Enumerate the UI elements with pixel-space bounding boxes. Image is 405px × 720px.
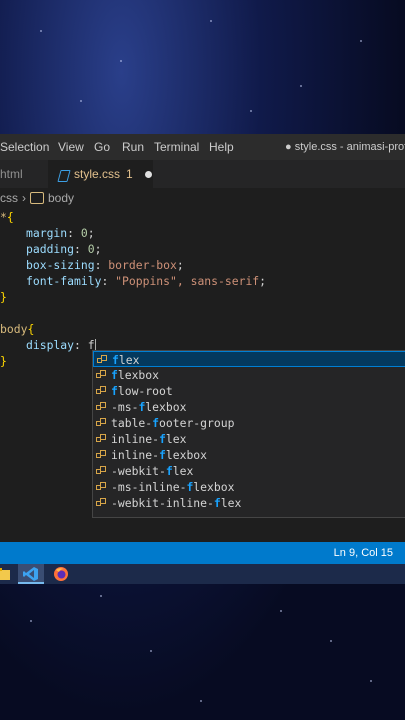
enum-value-icon [96, 418, 107, 428]
suggestion-item[interactable]: flexbox [93, 367, 405, 383]
body-selector: body [0, 322, 28, 336]
menu-run[interactable]: Run [122, 140, 144, 154]
menu-terminal[interactable]: Terminal [154, 140, 199, 154]
unsaved-dot-icon[interactable] [144, 171, 152, 179]
enum-value-icon [96, 450, 107, 460]
css-value: 0 [87, 242, 95, 256]
close-brace: } [0, 354, 7, 368]
css-property: margin [26, 226, 68, 240]
tab-label: style.css [74, 167, 121, 181]
enum-value-icon [96, 498, 107, 508]
window-title: ● style.css - animasi-profil- [285, 141, 405, 153]
code-line-10: } [0, 353, 7, 369]
enum-value-icon [96, 482, 107, 492]
code-line-1: *{ [0, 209, 14, 225]
tab-html[interactable]: html [0, 160, 48, 188]
suggestion-item[interactable]: -ms-inline-flexbox [93, 479, 405, 495]
menu-selection[interactable]: Selection [0, 140, 49, 154]
suggestion-item[interactable]: flow-root [93, 383, 405, 399]
enum-value-icon [96, 402, 107, 412]
enum-value-icon [96, 466, 107, 476]
status-bar: Ln 9, Col 15 [0, 542, 405, 564]
close-brace: } [0, 290, 7, 304]
suggestion-item[interactable]: table-footer-group [93, 415, 405, 431]
tab-style-css[interactable]: style.css 1 [48, 160, 153, 188]
chevron-right-icon: › [22, 191, 26, 205]
suggestion-item[interactable]: inline-flex [93, 431, 405, 447]
breadcrumb-file[interactable]: css [0, 191, 18, 205]
symbol-icon [30, 191, 44, 204]
code-line-9: display: f [26, 338, 97, 353]
open-brace: { [6, 210, 14, 224]
autocomplete-widget: flex flexbox flow-root -ms-flexbox table… [92, 350, 405, 518]
menu-bar: Selection View Go Run Terminal Help ● st… [0, 134, 405, 160]
taskbar [0, 564, 405, 584]
suggestion-item[interactable]: flex [93, 351, 405, 367]
css-property: font-family [26, 274, 102, 288]
vscode-window: Selection View Go Run Terminal Help ● st… [0, 134, 405, 564]
firefox-icon[interactable] [48, 564, 74, 584]
universal-selector: * [0, 210, 7, 224]
suggestion-item[interactable]: inline-flexbox [93, 447, 405, 463]
css-property: display [26, 338, 75, 352]
problem-count-badge: 1 [126, 167, 133, 181]
tab-bar: html style.css 1 [0, 160, 405, 188]
menu-help[interactable]: Help [209, 140, 234, 154]
menu-go[interactable]: Go [94, 140, 110, 154]
breadcrumb: css › body [0, 191, 74, 207]
suggestion-item[interactable]: -webkit-inline-flex [93, 495, 405, 511]
enum-value-icon [96, 386, 107, 396]
code-line-4: box-sizing: border-box; [26, 258, 184, 272]
css-value: 0 [80, 226, 88, 240]
code-line-2: margin: 0; [26, 226, 95, 240]
code-line-5: font-family: "Poppins", sans-serif; [26, 274, 267, 288]
menu-view[interactable]: View [58, 140, 84, 154]
breadcrumb-symbol[interactable]: body [48, 191, 74, 205]
enum-value-icon [97, 355, 108, 365]
suggestion-item[interactable]: -webkit-flex [93, 463, 405, 479]
css-value: "Poppins", sans-serif [115, 274, 260, 288]
code-line-8: body{ [0, 321, 34, 337]
enum-value-icon [96, 370, 107, 380]
css-value: border-box [108, 258, 177, 272]
cursor-position[interactable]: Ln 9, Col 15 [334, 547, 393, 559]
css-property: box-sizing [26, 258, 95, 272]
css-icon [58, 169, 68, 181]
suggestion-item[interactable]: -ms-flexbox [93, 399, 405, 415]
enum-value-icon [96, 434, 107, 444]
code-line-6: } [0, 289, 7, 305]
tab-label: html [0, 167, 23, 181]
open-brace: { [27, 322, 35, 336]
code-line-3: padding: 0; [26, 242, 102, 256]
vscode-icon[interactable] [18, 564, 44, 584]
css-property: padding [26, 242, 75, 256]
